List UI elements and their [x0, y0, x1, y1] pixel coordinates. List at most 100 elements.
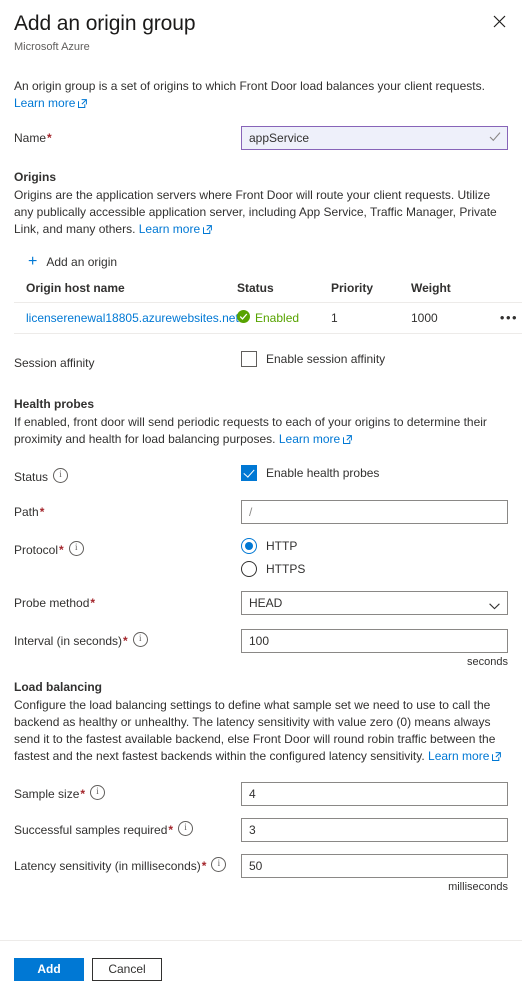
probe-status-label: Status	[14, 465, 241, 487]
protocol-option-https-label: HTTPS	[266, 562, 306, 576]
enable-health-probes-checkbox[interactable]: Enable health probes	[241, 465, 508, 481]
cell-status: Enabled	[237, 302, 331, 334]
origin-host-link[interactable]: licenserenewal18805.azurewebsites.net	[26, 311, 239, 325]
latency-unit-label: milliseconds	[448, 881, 508, 893]
probe-method-field: HEAD	[241, 591, 508, 615]
cell-host: licenserenewal18805.azurewebsites.net	[14, 302, 239, 334]
column-header-priority: Priority	[331, 279, 411, 303]
load-balancing-learn-more-link[interactable]: Learn more	[428, 749, 489, 763]
probe-path-input[interactable]	[241, 500, 508, 524]
external-link-icon	[203, 222, 213, 239]
load-balancing-title: Load balancing	[14, 680, 103, 694]
table-row: licenserenewal18805.azurewebsites.net En…	[14, 302, 522, 334]
required-marker: *	[201, 859, 207, 873]
status-enabled-icon	[237, 310, 250, 326]
probe-interval-field: seconds	[241, 629, 508, 668]
required-marker: *	[39, 505, 45, 519]
enable-session-affinity-label: Enable session affinity	[266, 352, 386, 366]
info-icon[interactable]	[178, 821, 194, 836]
intro-learn-more-link[interactable]: Learn more	[14, 96, 75, 110]
interval-unit-label: seconds	[467, 656, 508, 668]
probe-interval-label: Interval (in seconds)*	[14, 629, 241, 651]
required-marker: *	[59, 543, 64, 557]
required-marker: *	[47, 131, 52, 145]
latency-sensitivity-input[interactable]	[241, 854, 508, 878]
sample-size-field	[241, 782, 508, 806]
probe-method-row: Probe method* HEAD	[14, 591, 508, 615]
cell-priority: 1	[331, 302, 411, 334]
radio-button	[241, 538, 257, 554]
successful-samples-row: Successful samples required*	[14, 818, 508, 842]
origins-learn-more-link[interactable]: Learn more	[139, 222, 200, 236]
plus-icon: +	[28, 253, 38, 270]
close-icon[interactable]	[486, 8, 512, 34]
enable-session-affinity-checkbox[interactable]: Enable session affinity	[241, 351, 508, 367]
latency-sensitivity-label: Latency sensitivity (in milliseconds)*	[14, 854, 241, 876]
row-more-menu-icon[interactable]: •••	[500, 311, 518, 324]
probe-path-label: Path*	[14, 505, 45, 519]
cancel-button[interactable]: Cancel	[92, 957, 162, 981]
health-probes-title: Health probes	[14, 397, 95, 411]
probe-status-row: Status Enable health probes	[14, 465, 508, 487]
protocol-option-https[interactable]: HTTPS	[241, 561, 508, 577]
protocol-option-http-label: HTTP	[266, 539, 298, 553]
probe-method-label: Probe method*	[14, 596, 96, 610]
panel-body: An origin group is a set of origins to w…	[0, 78, 522, 893]
column-header-host: Origin host name	[14, 279, 237, 303]
probe-method-select[interactable]: HEAD	[241, 591, 508, 615]
status-badge: Enabled	[255, 311, 300, 325]
origins-table: Origin host name Status Priority Weight …	[14, 279, 522, 334]
sample-size-row: Sample size*	[14, 782, 508, 806]
info-icon[interactable]	[132, 632, 148, 647]
sample-size-input[interactable]	[241, 782, 508, 806]
add-origin-group-panel: Add an origin group Microsoft Azure An o…	[0, 0, 522, 997]
successful-samples-input[interactable]	[241, 818, 508, 842]
name-input[interactable]	[241, 126, 508, 150]
external-link-icon	[492, 749, 502, 766]
add-an-origin-button[interactable]: + Add an origin	[26, 253, 119, 271]
enable-health-probes-label: Enable health probes	[266, 466, 380, 480]
required-marker: *	[123, 634, 128, 648]
page-subtitle: Microsoft Azure	[14, 41, 90, 53]
panel-footer: Add Cancel	[0, 940, 522, 997]
required-marker: *	[168, 823, 174, 837]
session-affinity-label: Session affinity	[14, 356, 95, 370]
probe-protocol-row: Protocol* HTTP HTTPS	[14, 538, 508, 577]
page-title: Add an origin group	[14, 12, 196, 35]
latency-sensitivity-field: milliseconds	[241, 854, 508, 893]
table-header-row: Origin host name Status Priority Weight	[14, 279, 522, 303]
load-balancing-section: Load balancing Configure the load balanc…	[14, 678, 508, 766]
session-affinity-field: Enable session affinity	[241, 351, 508, 367]
origins-title: Origins	[14, 170, 57, 184]
origins-section: Origins Origins are the application serv…	[14, 168, 522, 334]
load-balancing-description: Configure the load balancing settings to…	[14, 697, 508, 766]
name-label: Name*	[14, 131, 52, 145]
name-field-wrap	[241, 126, 508, 150]
info-icon[interactable]	[90, 785, 106, 800]
info-icon[interactable]	[211, 857, 227, 872]
required-marker: *	[80, 787, 86, 801]
health-probes-description: If enabled, front door will send periodi…	[14, 414, 508, 449]
cell-weight: 1000	[411, 302, 491, 334]
probe-status-field: Enable health probes	[241, 465, 508, 481]
protocol-option-http[interactable]: HTTP	[241, 538, 508, 554]
info-icon[interactable]	[53, 468, 69, 483]
add-button[interactable]: Add	[14, 957, 84, 981]
latency-sensitivity-row: Latency sensitivity (in milliseconds)* m…	[14, 854, 508, 893]
add-an-origin-label: Add an origin	[46, 255, 118, 269]
column-header-actions	[491, 279, 522, 303]
radio-button	[241, 561, 257, 577]
health-probes-section: Health probes If enabled, front door wil…	[14, 395, 508, 449]
successful-samples-label: Successful samples required*	[14, 818, 241, 840]
sample-size-label: Sample size*	[14, 782, 241, 804]
probe-path-field	[241, 500, 508, 524]
probe-protocol-radio-group: HTTP HTTPS	[241, 538, 508, 577]
successful-samples-field	[241, 818, 508, 842]
column-header-weight: Weight	[411, 279, 491, 303]
probe-interval-input[interactable]	[241, 629, 508, 653]
health-probes-learn-more-link[interactable]: Learn more	[279, 432, 340, 446]
checkbox-box	[241, 465, 257, 481]
info-icon[interactable]	[68, 541, 84, 556]
probe-protocol-label: Protocol*	[14, 538, 241, 560]
name-row: Name*	[14, 126, 508, 150]
